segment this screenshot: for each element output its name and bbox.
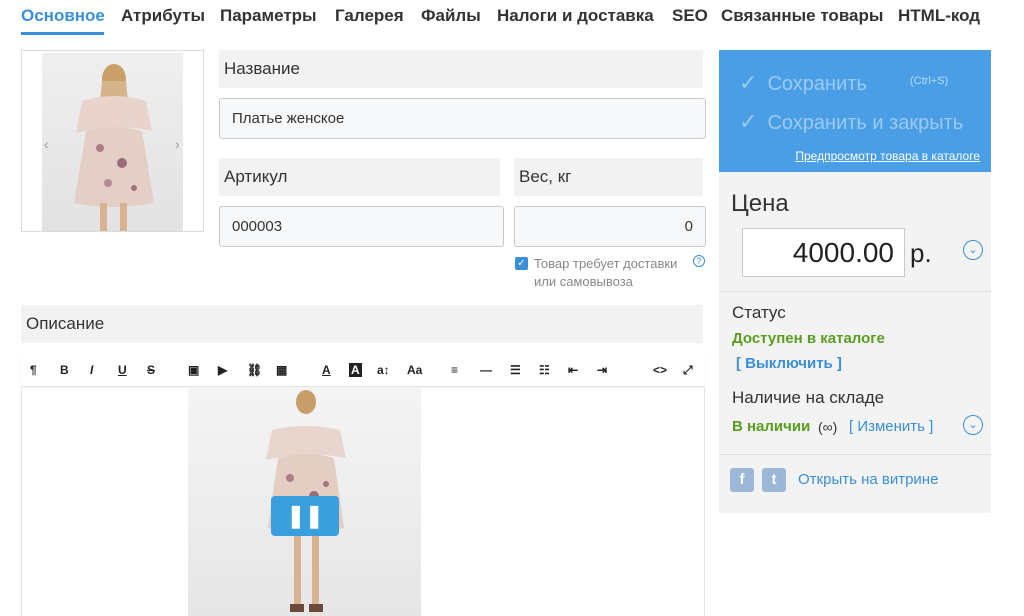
fullscreen-icon[interactable]: ⤢ [683, 363, 693, 377]
italic-icon[interactable]: I [90, 363, 93, 377]
underline-icon[interactable]: U [118, 363, 127, 377]
active-tab-indicator [21, 32, 104, 35]
product-photo-illustration [74, 64, 154, 231]
description-label: Описание [21, 305, 703, 343]
stock-infinity: (∞) [818, 419, 838, 435]
description-editor[interactable]: ❚❚ [21, 388, 705, 616]
link-icon[interactable]: ⛓ [247, 363, 262, 377]
image-icon[interactable]: ▣ [188, 363, 199, 377]
gallery-prev-icon[interactable]: ‹ [44, 136, 49, 152]
sku-label: Артикул [219, 158, 500, 196]
preview-link[interactable]: Предпросмотр товара в каталоге [795, 149, 980, 163]
stock-value: В наличии [732, 418, 811, 435]
name-input[interactable] [219, 98, 706, 139]
outdent-icon[interactable]: ⇤ [568, 363, 578, 377]
check-close-icon: ✓ [739, 109, 758, 134]
horizontal-rule-icon[interactable]: — [480, 363, 492, 377]
pause-icon[interactable]: ❚❚ [271, 496, 339, 536]
code-view-icon[interactable]: <> [653, 363, 667, 377]
save-button[interactable]: ✓ Сохранить [739, 70, 867, 96]
currency-label: р. [910, 238, 932, 268]
align-icon[interactable]: ≡ [451, 363, 458, 377]
product-image-gallery: ‹ › [21, 50, 204, 232]
save-shortcut: (Ctrl+S) [910, 75, 949, 87]
sku-input[interactable] [219, 206, 504, 247]
disable-link[interactable]: [ Выключить ] [736, 355, 842, 372]
weight-label: Вес, кг [514, 158, 703, 196]
tab-attributes[interactable]: Атрибуты [121, 6, 205, 26]
open-storefront-link[interactable]: Открыть на витрине [798, 471, 938, 488]
divider [719, 454, 991, 455]
font-family-icon[interactable]: Aa [407, 363, 422, 377]
sidebar-panel: Цена р. ⌄ Статус Доступен в каталоге [ В… [719, 172, 991, 513]
tab-tax-shipping[interactable]: Налоги и доставка [497, 6, 654, 26]
bold-icon[interactable]: B [60, 363, 69, 377]
check-icon: ✓ [739, 70, 758, 95]
strikethrough-icon[interactable]: S [147, 363, 155, 377]
price-input[interactable] [742, 228, 905, 277]
chevron-down-icon[interactable]: ⌄ [963, 240, 983, 260]
weight-input[interactable] [514, 206, 706, 247]
gallery-next-icon[interactable]: › [175, 136, 180, 152]
price-label: Цена [731, 190, 789, 217]
name-label: Название [219, 50, 703, 88]
unordered-list-icon[interactable]: ☰ [510, 363, 521, 377]
divider [719, 291, 991, 292]
shipping-checkbox-label: Товар требует доставки или самовывоза [534, 256, 678, 289]
embedded-video[interactable]: ❚❚ [188, 388, 421, 616]
twitter-icon[interactable]: t [762, 468, 786, 492]
table-icon[interactable]: ▦ [276, 363, 287, 377]
help-icon[interactable]: ? [693, 255, 705, 267]
ordered-list-icon[interactable]: ☷ [539, 363, 550, 377]
save-and-close-label: Сохранить и закрыть [767, 112, 964, 134]
status-label: Статус [732, 303, 786, 322]
tab-related-products[interactable]: Связанные товары [721, 6, 883, 26]
tab-gallery[interactable]: Галерея [335, 6, 404, 26]
shipping-checkbox[interactable]: ✓ [515, 257, 528, 270]
video-icon[interactable]: ▶ [218, 363, 227, 377]
save-button-label: Сохранить [767, 73, 867, 95]
tab-main[interactable]: Основное [21, 6, 105, 26]
tab-files[interactable]: Файлы [421, 6, 481, 26]
indent-icon[interactable]: ⇥ [597, 363, 607, 377]
save-and-close-button[interactable]: ✓ Сохранить и закрыть [739, 109, 963, 135]
stock-chevron-down-icon[interactable]: ⌄ [963, 415, 983, 435]
background-color-icon[interactable]: A [349, 363, 362, 377]
paragraph-icon[interactable]: ¶ [30, 363, 37, 377]
tab-parameters[interactable]: Параметры [220, 6, 317, 26]
status-value: Доступен в каталоге [732, 330, 885, 347]
save-panel: ✓ Сохранить (Ctrl+S) ✓ Сохранить и закрыть… [719, 50, 991, 172]
editor-toolbar: ¶ B I U S ▣ ▶ ⛓ ▦ A A a↕ Aa ≡ — ☰ ☷ ⇤ ⇥ … [21, 355, 705, 387]
change-stock-link[interactable]: [ Изменить ] [849, 418, 933, 435]
tab-bar: Основное Атрибуты Параметры Галерея Файл… [0, 0, 1024, 36]
tab-html-code[interactable]: HTML-код [898, 6, 980, 26]
facebook-icon[interactable]: f [730, 468, 754, 492]
tab-seo[interactable]: SEO [672, 6, 708, 26]
font-color-icon[interactable]: A [322, 363, 331, 377]
stock-label: Наличие на складе [732, 388, 885, 407]
font-size-icon[interactable]: a↕ [377, 363, 390, 377]
product-photo[interactable] [42, 53, 183, 231]
